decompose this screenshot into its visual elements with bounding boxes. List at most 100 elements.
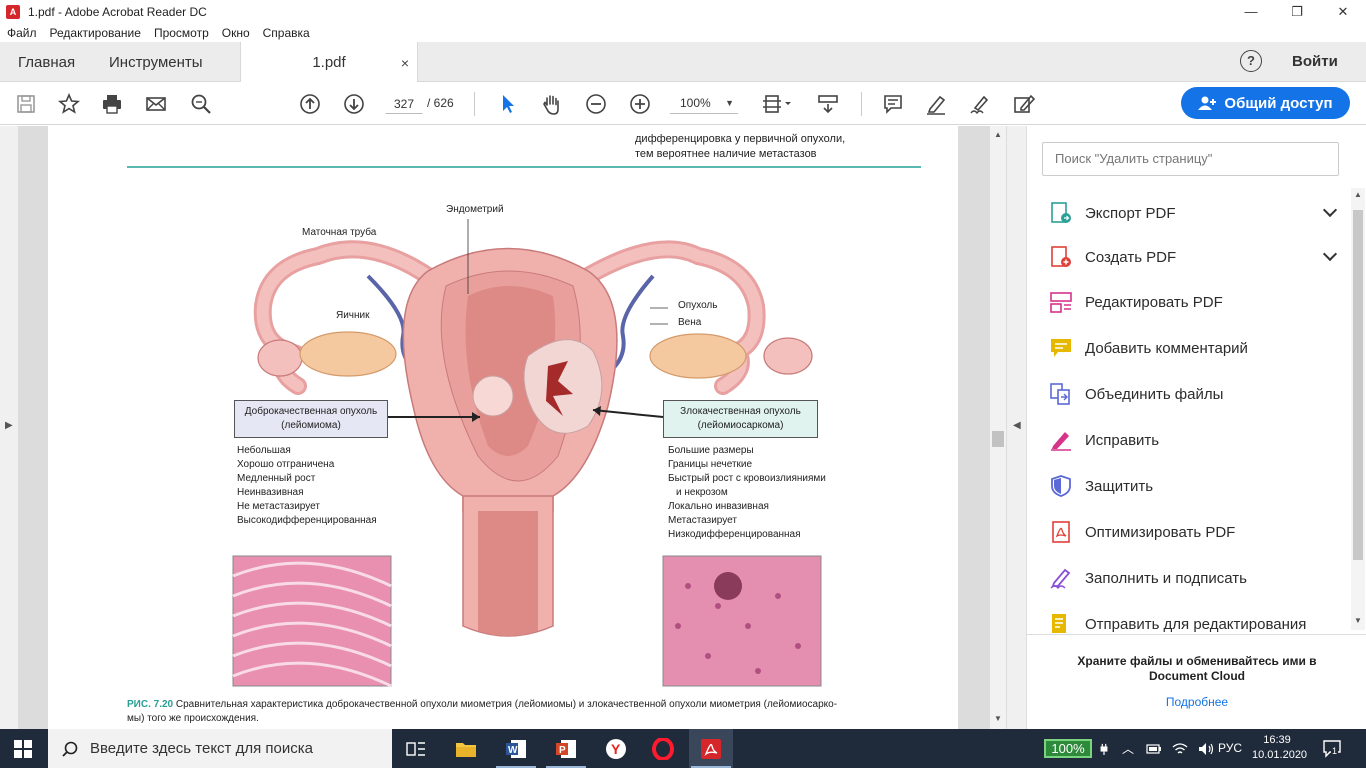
scroll-down-icon[interactable]: ▼ [994, 714, 1002, 723]
expand-left-panel-icon: ▶ [5, 420, 13, 431]
malignant-feature: Локально инвазивная [668, 501, 769, 512]
document-area[interactable]: ▶ дифференцировка у первичной опухоли, т… [0, 126, 1008, 729]
svg-text:W: W [508, 745, 518, 756]
learn-more-link[interactable]: Подробнее [1027, 695, 1366, 709]
menu-help[interactable]: Справка [263, 26, 310, 40]
select-cursor-icon[interactable] [495, 91, 521, 117]
toolbar: 327 / 626 100% ▼ [0, 82, 1366, 125]
scroll-mode-icon[interactable] [815, 91, 841, 117]
acrobat-app-icon: A [6, 4, 20, 19]
tool-item[interactable]: Редактировать PDF [1049, 285, 1339, 319]
save-icon[interactable] [13, 91, 39, 117]
left-panel-toggle[interactable]: ▶ [0, 126, 18, 729]
battery-indicator[interactable]: 100% [1044, 739, 1092, 758]
tool-item[interactable]: Добавить комментарий [1049, 331, 1339, 365]
input-language[interactable]: РУС [1218, 741, 1242, 755]
scrollbar-thumb[interactable] [992, 431, 1004, 447]
scroll-up-icon[interactable]: ▲ [994, 130, 1002, 139]
email-icon[interactable] [143, 91, 169, 117]
tool-item[interactable]: Объединить файлы [1049, 377, 1339, 411]
chevron-up-icon[interactable]: ︿ [1122, 740, 1134, 757]
tool-item[interactable]: Оптимизировать PDF [1049, 515, 1339, 549]
hand-tool-icon[interactable] [539, 91, 565, 117]
label-endometrium: Эндометрий [446, 204, 504, 215]
windows-start-icon[interactable] [14, 740, 32, 758]
tools-pane-scrollbar[interactable]: ▲ ▼ [1351, 188, 1365, 630]
tool-item[interactable]: Защитить [1049, 469, 1339, 503]
page-fit-icon[interactable] [759, 91, 795, 117]
zoom-in-icon[interactable] [627, 91, 653, 117]
comment-icon[interactable] [880, 91, 906, 117]
menu-view[interactable]: Просмотр [154, 26, 209, 40]
benign-tumor-box: Доброкачественная опухоль (лейомиома) [234, 400, 388, 438]
document-scrollbar[interactable]: ▲ ▼ [990, 126, 1006, 729]
clock[interactable]: 16:39 10.01.2020 [1252, 733, 1307, 763]
powerpoint-app-icon[interactable]: P [544, 729, 588, 768]
benign-feature: Высокодифференцированная [237, 515, 377, 526]
plug-icon[interactable] [1098, 742, 1110, 756]
signin-button[interactable]: Войти [1292, 53, 1338, 70]
malignant-tumor-box: Злокачественная опухоль (лейомиосаркома) [663, 400, 818, 438]
benign-features-list: Небольшая Хорошо отграничена Медленный рос… [237, 444, 377, 528]
print-icon[interactable] [99, 91, 125, 117]
word-app-icon[interactable]: W [494, 729, 538, 768]
close-window-button[interactable]: ✕ [1320, 0, 1366, 23]
chevron-down-icon[interactable] [1322, 246, 1338, 262]
menu-file[interactable]: Файл [7, 26, 37, 40]
yandex-browser-icon[interactable]: Y [594, 729, 638, 768]
task-view-icon[interactable] [394, 729, 438, 768]
wifi-icon[interactable] [1172, 742, 1188, 756]
export-pdf-icon [1049, 201, 1073, 225]
tool-item[interactable]: Экспорт PDF [1049, 196, 1339, 230]
malignant-feature: Метастазирует [668, 515, 737, 526]
tool-item[interactable]: Исправить [1049, 423, 1339, 457]
create-pdf-icon [1049, 245, 1073, 269]
caption-text: Сравнительная характеристика доброкачест… [175, 699, 838, 710]
tab-document[interactable]: 1.pdf × [240, 42, 418, 83]
tab-tools[interactable]: Инструменты [109, 42, 203, 82]
right-panel-toggle[interactable]: ◀ [1006, 126, 1026, 729]
notifications-icon[interactable]: 1 [1322, 738, 1342, 758]
zoom-select[interactable]: 100% ▼ [670, 92, 738, 114]
highlight-pen-icon[interactable] [923, 91, 949, 117]
previous-page-icon[interactable] [297, 91, 323, 117]
share-button[interactable]: Общий доступ [1181, 87, 1350, 119]
scroll-down-icon[interactable]: ▼ [1354, 616, 1362, 625]
minimize-button[interactable]: — [1228, 0, 1274, 23]
title-bar: A 1.pdf - Adobe Acrobat Reader DC — ❐ ✕ [0, 0, 1366, 23]
bookmark-star-icon[interactable] [56, 91, 82, 117]
scrollbar-thumb[interactable] [1353, 210, 1363, 560]
taskbar-search-input[interactable]: Введите здесь текст для поиска [48, 729, 392, 768]
sign-icon[interactable] [967, 91, 993, 117]
tools-search-input[interactable]: Поиск "Удалить страницу" [1042, 142, 1339, 176]
file-explorer-icon[interactable] [444, 729, 488, 768]
benign-feature: Неинвазивная [237, 487, 304, 498]
help-icon[interactable]: ? [1240, 50, 1262, 72]
maximize-button[interactable]: ❐ [1274, 0, 1320, 23]
battery-icon[interactable] [1146, 743, 1162, 755]
tool-item[interactable]: Создать PDF [1049, 240, 1339, 274]
edit-tools-icon[interactable] [1011, 91, 1037, 117]
next-page-icon[interactable] [341, 91, 367, 117]
optimize-pdf-icon [1049, 520, 1073, 544]
tool-item[interactable]: Заполнить и подписать [1049, 561, 1339, 595]
acrobat-taskbar-icon[interactable] [689, 729, 733, 768]
tab-bar: Главная Инструменты 1.pdf × ? Войти [0, 42, 1366, 83]
figure-caption: РИС. 7.20 Сравнительная характеристика д… [127, 698, 927, 726]
chevron-down-icon[interactable] [1322, 202, 1338, 218]
menu-edit[interactable]: Редактирование [50, 26, 141, 40]
menu-window[interactable]: Окно [222, 26, 250, 40]
promo-text-line: Document Cloud [1149, 669, 1245, 683]
benign-feature: Медленный рост [237, 473, 316, 484]
malignant-feature: Большие размеры [668, 445, 754, 456]
close-tab-icon[interactable]: × [401, 55, 409, 71]
tab-home[interactable]: Главная [18, 42, 75, 82]
benign-box-line: (лейомиома) [281, 420, 341, 431]
volume-icon[interactable] [1198, 742, 1214, 756]
scroll-up-icon[interactable]: ▲ [1354, 190, 1362, 199]
zoom-out-icon[interactable] [583, 91, 609, 117]
taskbar-search-placeholder: Введите здесь текст для поиска [90, 740, 313, 757]
page-number-input[interactable]: 327 [385, 92, 423, 114]
find-zoom-icon[interactable] [188, 91, 214, 117]
opera-browser-icon[interactable] [641, 729, 685, 768]
